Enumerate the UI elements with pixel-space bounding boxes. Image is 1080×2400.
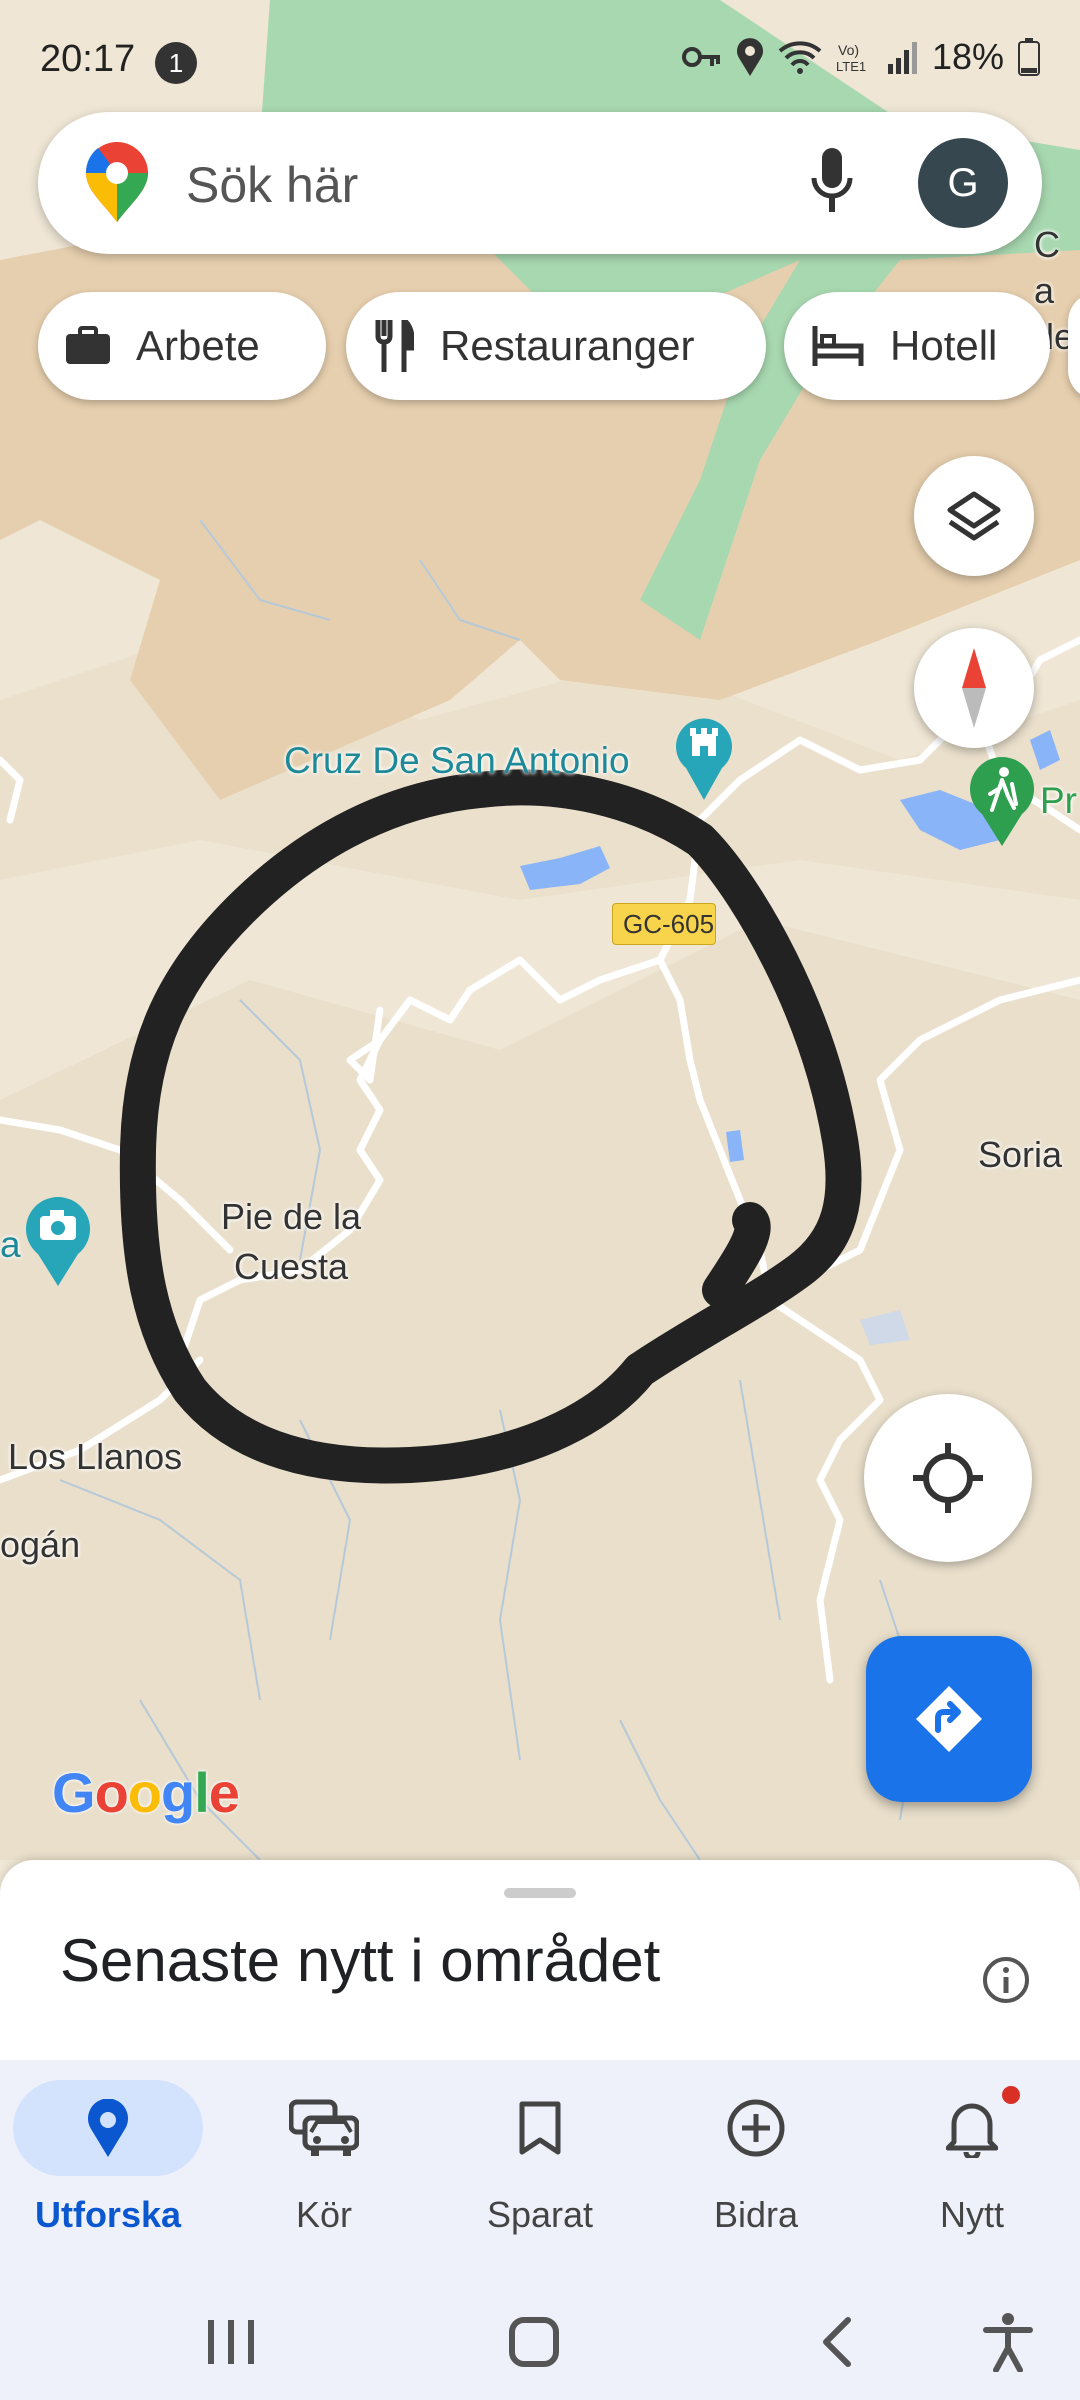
nav-item-bidra[interactable]: Bidra — [656, 2080, 856, 2236]
layers-button[interactable] — [914, 456, 1034, 576]
place-label-los-llanos: Los Llanos — [8, 1436, 183, 1477]
car-icon — [289, 2099, 359, 2156]
sheet-title: Senaste nytt i området — [60, 1927, 661, 1994]
signal-icon — [887, 42, 917, 74]
battery-icon — [1018, 38, 1040, 76]
back-icon[interactable] — [818, 2316, 854, 2368]
chip-label: Arbete — [136, 322, 260, 369]
nav-item-utforska[interactable]: Utforska — [8, 2080, 208, 2236]
info-icon[interactable] — [982, 1956, 1030, 2004]
my-location-button[interactable] — [864, 1394, 1032, 1562]
place-label-soria: Soria — [978, 1134, 1063, 1175]
nav-label: Sparat — [486, 2194, 594, 2235]
recent-apps-icon[interactable] — [206, 2318, 256, 2366]
bed-icon — [812, 326, 864, 366]
castle-poi-icon[interactable] — [676, 716, 732, 805]
map-terrain — [0, 0, 1080, 1860]
svg-text:LTE1: LTE1 — [836, 59, 866, 74]
chip-label: Restauranger — [440, 322, 695, 369]
chip-hotell[interactable]: Hotell — [784, 292, 1050, 400]
nav-label: Bidra — [713, 2194, 799, 2235]
account-avatar[interactable]: G — [918, 138, 1008, 228]
camera-poi-icon[interactable] — [26, 1196, 91, 1291]
add-circle-icon — [727, 2099, 785, 2157]
bookmark-icon — [519, 2101, 561, 2155]
vpn-key-icon — [681, 47, 720, 67]
briefcase-icon — [66, 326, 110, 366]
system-navigation-bar — [0, 2282, 1080, 2400]
nav-label: Kör — [295, 2194, 353, 2235]
directions-icon — [916, 1686, 982, 1752]
nav-item-nytt[interactable]: Nytt — [872, 2080, 1072, 2236]
poi-label-pr[interactable]: Pr — [1040, 780, 1077, 822]
nav-label: Nytt — [939, 2194, 1004, 2235]
svg-text:Vo): Vo) — [838, 42, 859, 58]
google-maps-logo-icon — [86, 142, 148, 222]
village-label: Pie de la Cuesta — [220, 1196, 362, 1287]
microphone-icon[interactable] — [810, 148, 854, 218]
crosshair-icon — [913, 1443, 983, 1513]
location-status-icon — [736, 38, 763, 76]
notification-dot — [1002, 2086, 1020, 2104]
chip-label: Hotell — [890, 322, 998, 369]
layers-icon — [947, 491, 1001, 541]
poi-label-partial-a: a — [0, 1224, 21, 1265]
accessibility-icon[interactable] — [982, 2312, 1034, 2372]
directions-button[interactable] — [866, 1636, 1032, 1802]
nav-item-kor[interactable]: Kör — [224, 2080, 424, 2236]
sheet-drag-handle[interactable] — [504, 1888, 576, 1898]
location-pin-icon — [88, 2099, 128, 2157]
nav-item-sparat[interactable]: Sparat — [440, 2080, 640, 2236]
bell-icon — [946, 2103, 998, 2158]
nav-label: Utforska — [34, 2194, 182, 2235]
hiking-poi-icon[interactable] — [970, 756, 1034, 851]
bottom-navigation: Utforska Kör Sparat Bidra Nytt — [0, 2060, 1080, 2282]
search-bar[interactable]: Sök här G — [38, 112, 1042, 254]
search-input[interactable]: Sök här — [186, 156, 358, 214]
google-logo: Google — [52, 1761, 240, 1824]
map-canvas[interactable]: Cruz De San Antonio a GC-605 Pie de la C… — [0, 0, 1080, 1860]
notification-count-badge: 1 — [155, 42, 197, 84]
wifi-icon — [778, 41, 822, 74]
volte-icon: Vo)LTE1 — [836, 42, 866, 74]
compass-icon — [962, 648, 986, 728]
status-time: 20:17 — [40, 38, 136, 80]
chip-restauranger[interactable]: Restauranger — [346, 292, 766, 400]
chip-arbete[interactable]: Arbete — [38, 292, 326, 400]
poi-label-castle[interactable]: Cruz De San Antonio — [284, 740, 630, 782]
road-shield: GC-605 — [612, 903, 716, 945]
place-label-ogan: ogán — [0, 1524, 81, 1565]
bottom-sheet[interactable]: Senaste nytt i området — [0, 1860, 1080, 2060]
compass-button[interactable] — [914, 628, 1034, 748]
fork-knife-icon — [374, 320, 414, 372]
battery-percentage: 18% — [931, 36, 1004, 77]
status-bar: 20:17 1 Vo) LTE1 18% — [0, 0, 1080, 110]
home-icon[interactable] — [508, 2316, 560, 2368]
